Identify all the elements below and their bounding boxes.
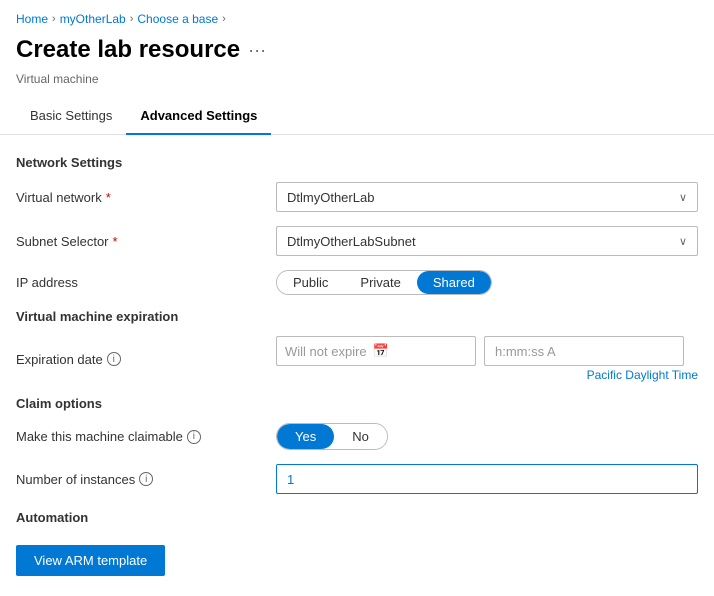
claimable-row: Make this machine claimable i Yes No (16, 423, 698, 450)
breadcrumb-base[interactable]: Choose a base (137, 12, 218, 26)
more-options-icon[interactable]: ··· (248, 40, 266, 61)
expiration-date-label: Expiration date i (16, 352, 276, 367)
virtual-network-dropdown[interactable]: DtlmyOtherLab ∨ (276, 182, 698, 212)
virtual-network-required: * (106, 190, 111, 205)
claimable-control: Yes No (276, 423, 698, 450)
expiration-date-row: Expiration date i Will not expire 📅 h:mm… (16, 336, 698, 382)
expiration-info-icon[interactable]: i (107, 352, 121, 366)
content-area: Network Settings Virtual network * Dtlmy… (0, 135, 714, 596)
instances-label: Number of instances i (16, 472, 276, 487)
claimable-no-option[interactable]: No (334, 424, 387, 449)
ip-address-row: IP address Public Private Shared (16, 270, 698, 295)
subnet-selector-dropdown[interactable]: DtlmyOtherLabSubnet ∨ (276, 226, 698, 256)
expiration-time-picker[interactable]: h:mm:ss A (484, 336, 684, 366)
tabs-container: Basic Settings Advanced Settings (0, 98, 714, 135)
expiration-date-placeholder: Will not expire (285, 344, 367, 359)
calendar-icon: 📅 (373, 343, 389, 359)
instances-row: Number of instances i (16, 464, 698, 494)
tab-basic-settings[interactable]: Basic Settings (16, 98, 126, 135)
subnet-chevron-icon: ∨ (679, 235, 687, 248)
breadcrumb-sep-1: › (52, 13, 56, 25)
ip-private-option[interactable]: Private (344, 271, 416, 294)
claimable-info-icon[interactable]: i (187, 430, 201, 444)
automation-title: Automation (16, 510, 698, 525)
tab-advanced-settings[interactable]: Advanced Settings (126, 98, 271, 135)
automation-section: Automation View ARM template (16, 510, 698, 576)
claimable-yes-option[interactable]: Yes (277, 424, 334, 449)
ip-address-radio-group: Public Private Shared (276, 270, 492, 295)
subnet-required: * (113, 234, 118, 249)
breadcrumb-sep-2: › (130, 13, 134, 25)
virtual-network-control: DtlmyOtherLab ∨ (276, 182, 698, 212)
virtual-network-chevron-icon: ∨ (679, 191, 687, 204)
ip-public-option[interactable]: Public (277, 271, 344, 294)
subnet-selector-value: DtlmyOtherLabSubnet (287, 234, 416, 249)
subnet-selector-row: Subnet Selector * DtlmyOtherLabSubnet ∨ (16, 226, 698, 256)
expiration-time-placeholder: h:mm:ss A (495, 344, 556, 359)
virtual-network-label: Virtual network * (16, 190, 276, 205)
expiration-date-picker[interactable]: Will not expire 📅 (276, 336, 476, 366)
ip-address-label: IP address (16, 275, 276, 290)
ip-address-control: Public Private Shared (276, 270, 698, 295)
view-arm-template-button[interactable]: View ARM template (16, 545, 165, 576)
timezone-label: Pacific Daylight Time (276, 368, 698, 382)
expiration-section-title: Virtual machine expiration (16, 309, 698, 324)
ip-shared-option[interactable]: Shared (417, 271, 491, 294)
expiration-date-control: Will not expire 📅 h:mm:ss A Pacific Dayl… (276, 336, 698, 382)
instances-control (276, 464, 698, 494)
breadcrumb-home[interactable]: Home (16, 12, 48, 26)
page-title: Create lab resource (16, 36, 240, 64)
subnet-selector-label: Subnet Selector * (16, 234, 276, 249)
network-settings-title: Network Settings (16, 155, 698, 170)
virtual-network-row: Virtual network * DtlmyOtherLab ∨ (16, 182, 698, 212)
virtual-network-value: DtlmyOtherLab (287, 190, 374, 205)
breadcrumb: Home › myOtherLab › Choose a base › (0, 0, 714, 32)
instances-input[interactable] (276, 464, 698, 494)
claimable-toggle-group: Yes No (276, 423, 388, 450)
page-header: Create lab resource ··· (0, 32, 714, 72)
claim-options-title: Claim options (16, 396, 698, 411)
claimable-label: Make this machine claimable i (16, 429, 276, 444)
page-subtitle: Virtual machine (0, 72, 714, 98)
instances-info-icon[interactable]: i (139, 472, 153, 486)
subnet-selector-control: DtlmyOtherLabSubnet ∨ (276, 226, 698, 256)
breadcrumb-lab[interactable]: myOtherLab (60, 12, 126, 26)
breadcrumb-sep-3: › (222, 13, 226, 25)
